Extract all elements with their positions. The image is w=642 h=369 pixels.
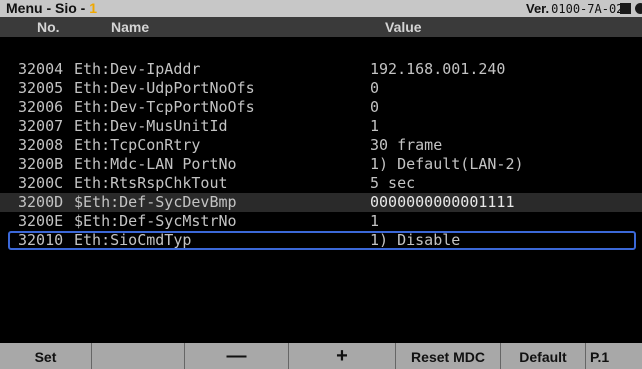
row-name: Eth:Dev-UdpPortNoOfs: [74, 79, 255, 97]
parameter-row[interactable]: 32005 Eth:Dev-UdpPortNoOfs 0: [0, 79, 642, 98]
row-name: Eth:RtsRspChkTout: [74, 174, 228, 192]
set-button[interactable]: Set: [0, 343, 92, 369]
plus-button[interactable]: +: [289, 343, 396, 369]
row-no: 32005: [18, 79, 64, 97]
status-square-icon: [620, 3, 631, 14]
row-value: 1: [370, 212, 380, 230]
row-no: 32004: [18, 60, 64, 78]
status-circle-icon: [635, 3, 642, 14]
parameter-row[interactable]: 32007 Eth:Dev-MusUnitId 1: [0, 117, 642, 136]
row-no: 32007: [18, 117, 64, 135]
menu-page-number: 1: [89, 0, 98, 16]
row-name: Eth:SioCmdTyp: [74, 231, 192, 249]
row-name: Eth:Mdc-LAN PortNo: [74, 155, 237, 173]
row-no: 32010: [18, 231, 64, 249]
parameter-row[interactable]: 32010 Eth:SioCmdTyp 1) Disable: [0, 231, 642, 250]
row-name: Eth:Dev-IpAddr: [74, 60, 201, 78]
version-info: Ver. 0100-7A-02: [526, 0, 623, 17]
row-name: Eth:TcpConRtry: [74, 136, 201, 154]
menu-title: Menu - Sio - 1: [6, 0, 97, 17]
column-header: No. Name Value: [0, 17, 642, 37]
row-value: 0: [370, 98, 380, 116]
row-no: 32008: [18, 136, 64, 154]
row-name: $Eth:Def-SycMstrNo: [74, 212, 237, 230]
sio-menu-screen: Menu - Sio - 1 Ver. 0100-7A-02 No. Name V…: [0, 0, 642, 369]
row-value: 0: [370, 79, 380, 97]
default-button[interactable]: Default: [501, 343, 586, 369]
header-name: Name: [111, 19, 150, 35]
parameter-row[interactable]: 3200B Eth:Mdc-LAN PortNo 1) Default(LAN-2): [0, 155, 642, 174]
parameter-row[interactable]: 3200E $Eth:Def-SycMstrNo 1: [0, 212, 642, 231]
row-value: 0000000000001111: [370, 193, 515, 211]
row-value: 5 sec: [370, 174, 416, 192]
parameter-row-selected[interactable]: 3200D $Eth:Def-SycDevBmp 0000000000001111: [0, 193, 642, 212]
row-value: 1) Disable: [370, 231, 461, 249]
minus-button[interactable]: —: [185, 343, 289, 369]
row-name: $Eth:Def-SycDevBmp: [74, 193, 237, 211]
row-value: 1) Default(LAN-2): [370, 155, 524, 173]
row-no: 3200C: [18, 174, 64, 192]
row-name: Eth:Dev-MusUnitId: [74, 117, 228, 135]
row-no: 32006: [18, 98, 64, 116]
header-value: Value: [385, 19, 422, 35]
version-label: Ver.: [526, 1, 550, 16]
version-value: 0100-7A-02: [551, 2, 624, 16]
row-no: 3200D: [18, 193, 64, 211]
row-value: 1: [370, 117, 380, 135]
header-no: No.: [37, 19, 60, 35]
parameter-row[interactable]: 3200C Eth:RtsRspChkTout 5 sec: [0, 174, 642, 193]
row-name: Eth:Dev-TcpPortNoOfs: [74, 98, 255, 116]
parameter-list: 32004 Eth:Dev-IpAddr 192.168.001.240 32005…: [0, 60, 642, 250]
parameter-row[interactable]: 32004 Eth:Dev-IpAddr 192.168.001.240: [0, 60, 642, 79]
row-value: 30 frame: [370, 136, 443, 154]
row-value: 192.168.001.240: [370, 60, 506, 78]
title-bar: Menu - Sio - 1 Ver. 0100-7A-02: [0, 0, 642, 17]
menu-title-label: Menu - Sio -: [6, 0, 90, 16]
blank-function-key[interactable]: [92, 343, 185, 369]
parameter-row[interactable]: 32008 Eth:TcpConRtry 30 frame: [0, 136, 642, 155]
parameter-row[interactable]: 32006 Eth:Dev-TcpPortNoOfs 0: [0, 98, 642, 117]
row-no: 3200B: [18, 155, 64, 173]
function-key-bar: Set — + Reset MDC Default P.1: [0, 343, 642, 369]
reset-mdc-button[interactable]: Reset MDC: [396, 343, 501, 369]
row-no: 3200E: [18, 212, 64, 230]
page-button[interactable]: P.1: [586, 343, 642, 369]
